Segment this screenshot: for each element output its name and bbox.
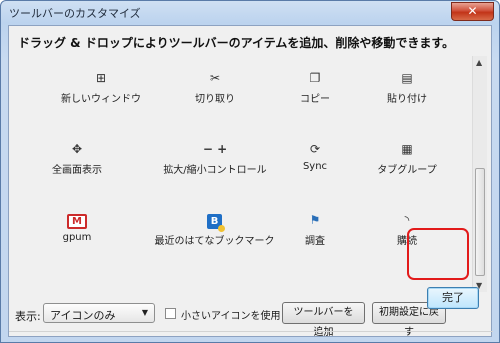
research-icon: ⚑	[309, 213, 321, 227]
palette-item-gpum[interactable]: M gpum	[17, 210, 137, 258]
new-window-icon: ⊞	[95, 71, 107, 85]
hatena-bookmark-icon: B	[207, 214, 225, 232]
window-title: ツールバーのカスタマイズ	[9, 7, 141, 20]
done-button[interactable]: 完了	[427, 287, 479, 309]
highlight-annotation	[407, 228, 469, 280]
palette-item-label: 調査	[305, 236, 325, 247]
dialog-body: ドラッグ & ドロップによりツールバーのアイテムを追加、削除や移動できます。 ⊞…	[8, 25, 493, 338]
show-mode-value: アイコンのみ	[50, 309, 116, 322]
small-icons-checkbox[interactable]	[165, 308, 176, 319]
palette-item-label: gpum	[62, 232, 92, 243]
palette-item-paste[interactable]: ▤ 貼り付け	[347, 68, 467, 116]
toolbar-palette: ⊞ 新しいウィンドウ ✂ 切り取り ❐ コピー ▤ 貼り付け ✥ 全画面表示 −	[17, 56, 487, 292]
show-mode-select[interactable]: アイコンのみ ▼	[43, 303, 155, 323]
close-icon: ✕	[467, 4, 478, 18]
close-button[interactable]: ✕	[451, 2, 494, 21]
palette-item-label: 全画面表示	[52, 165, 102, 176]
palette-item-label: タブグループ	[377, 165, 437, 176]
divider	[9, 331, 493, 332]
palette-item-label: 新しいウィンドウ	[61, 94, 141, 105]
palette-item-research[interactable]: ⚑ 調査	[255, 210, 375, 258]
clipboard-icon: ▤	[401, 71, 413, 85]
palette-item-new-window[interactable]: ⊞ 新しいウィンドウ	[41, 68, 161, 116]
scroll-thumb[interactable]	[475, 168, 485, 276]
palette-item-fullscreen[interactable]: ✥ 全画面表示	[17, 139, 137, 187]
customize-toolbar-window: ツールバーのカスタマイズ ✕ ドラッグ & ドロップによりツールバーのアイテムを…	[0, 0, 500, 343]
scroll-up-arrow-icon[interactable]: ▲	[476, 58, 482, 67]
fullscreen-icon: ✥	[71, 142, 83, 156]
chevron-down-icon: ▼	[141, 308, 148, 317]
tab-groups-icon: ▦	[401, 142, 413, 156]
gmail-icon: M	[67, 214, 87, 229]
palette-scrollbar[interactable]: ▲ ▼	[472, 56, 487, 292]
palette-item-tab-groups[interactable]: ▦ タブグループ	[347, 139, 467, 187]
small-icons-label[interactable]: 小さいアイコンを使用	[181, 307, 281, 322]
palette-item-label: 貼り付け	[387, 94, 427, 105]
add-toolbar-button[interactable]: ツールバーを追加	[282, 302, 365, 338]
show-label: 表示:	[15, 310, 41, 323]
feed-icon: ◝	[404, 213, 410, 227]
instruction-text: ドラッグ & ドロップによりツールバーのアイテムを追加、削除や移動できます。	[18, 36, 455, 50]
title-bar: ツールバーのカスタマイズ ✕	[1, 1, 499, 25]
options-bar: 表示: アイコンのみ ▼ 小さいアイコンを使用 ツールバーを追加 初期設定に戻す	[9, 302, 493, 338]
